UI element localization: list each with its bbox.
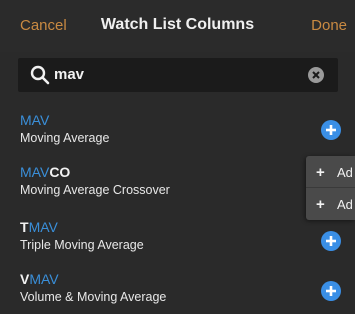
- clear-search-icon[interactable]: [308, 67, 324, 83]
- plus-icon: +: [316, 196, 325, 213]
- done-button[interactable]: Done: [311, 17, 347, 34]
- indicator-code: TMAV: [20, 219, 58, 235]
- indicator-code: VMAV: [20, 271, 59, 287]
- list-item[interactable]: TMAV Triple Moving Average: [0, 219, 355, 263]
- indicator-description: Triple Moving Average: [20, 238, 144, 252]
- add-menu-item-label: Ad: [337, 165, 353, 180]
- plus-icon: +: [316, 164, 325, 181]
- list-item[interactable]: MAVCO Moving Average Crossover: [0, 164, 355, 208]
- indicator-description: Moving Average Crossover: [20, 183, 170, 197]
- page-title: Watch List Columns: [100, 16, 255, 33]
- add-plus-icon[interactable]: [321, 231, 341, 251]
- add-menu-popup: + Ad + Ad: [306, 156, 355, 220]
- indicator-description: Volume & Moving Average: [20, 290, 167, 304]
- add-menu-item[interactable]: + Ad: [306, 188, 355, 220]
- search-input[interactable]: mav: [54, 66, 84, 83]
- add-plus-icon[interactable]: [321, 281, 341, 301]
- add-menu-item[interactable]: + Ad: [306, 156, 355, 188]
- indicator-code: MAV: [20, 112, 50, 128]
- add-menu-item-label: Ad: [337, 197, 353, 212]
- add-plus-icon[interactable]: [321, 120, 341, 140]
- search-field[interactable]: mav: [18, 58, 338, 92]
- list-item[interactable]: MAV Moving Average: [0, 112, 355, 156]
- indicator-code: MAVCO: [20, 164, 71, 180]
- search-icon: [30, 65, 50, 85]
- header-bar: Cancel Watch List Columns Done: [0, 0, 355, 52]
- indicator-description: Moving Average: [20, 131, 110, 145]
- list-item[interactable]: VMAV Volume & Moving Average: [0, 271, 355, 314]
